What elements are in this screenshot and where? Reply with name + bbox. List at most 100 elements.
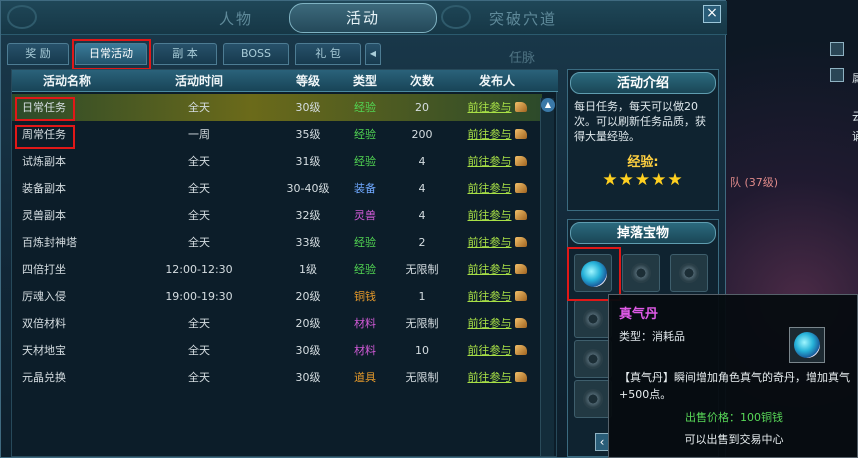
cell-type: 经验: [354, 236, 376, 249]
subtab-rewards[interactable]: 奖 励: [7, 43, 69, 65]
boot-teleport-icon[interactable]: [514, 372, 527, 382]
decor-swirl-left: [7, 5, 37, 29]
table-row[interactable]: 双倍材料 全天 20级 材料 无限制 前往参与: [12, 310, 542, 337]
scene-move-icon[interactable]: [830, 42, 844, 56]
col-time[interactable]: 活动时间: [122, 70, 276, 92]
drop-item-slot-empty[interactable]: [574, 300, 612, 338]
boot-teleport-icon[interactable]: [514, 237, 527, 247]
go-participate-link[interactable]: 前往参与: [468, 344, 512, 357]
table-row[interactable]: 天材地宝 全天 30级 材料 10 前往参与: [12, 337, 542, 364]
cell-name: 元晶兑换: [22, 371, 66, 384]
cell-level: 30-40级: [286, 182, 330, 195]
cell-time: 全天: [188, 371, 210, 384]
highlight-box-row-daily: [15, 97, 75, 121]
go-participate-link[interactable]: 前往参与: [468, 155, 512, 168]
empty-slot-icon: [679, 263, 699, 283]
cell-publisher: 前往参与: [454, 364, 540, 391]
cell-name: 厉魂入侵: [22, 290, 66, 303]
tooltip-item-name: 真气丹: [619, 307, 659, 322]
highlight-box-drop-item: [567, 247, 621, 301]
drop-item-slot-empty[interactable]: [574, 380, 612, 418]
tab-activity[interactable]: 活动: [289, 3, 437, 33]
table-row[interactable]: 周常任务 一周 35级 经验 200 前往参与: [12, 121, 542, 148]
cell-type: 材料: [354, 317, 376, 330]
boot-teleport-icon[interactable]: [514, 129, 527, 139]
table-row[interactable]: 灵兽副本 全天 32级 灵兽 4 前往参与: [12, 202, 542, 229]
cell-count: 4: [418, 209, 426, 222]
cell-level: 30级: [295, 101, 321, 114]
drop-item-slot-empty[interactable]: [574, 340, 612, 378]
empty-slot-icon: [583, 349, 603, 369]
subtab-dungeon[interactable]: 副 本: [153, 43, 217, 65]
table-row[interactable]: 装备副本 全天 30-40级 装备 4 前往参与: [12, 175, 542, 202]
subtab-arrow-icon[interactable]: ◀: [365, 43, 381, 65]
close-icon[interactable]: ×: [703, 5, 721, 23]
go-participate-link[interactable]: 前往参与: [468, 371, 512, 384]
empty-slot-icon: [583, 309, 603, 329]
intro-text: 每日任务，每天可以做20次。可以刷新任务品质，获得大量经验。: [574, 100, 706, 143]
boot-teleport-icon[interactable]: [514, 291, 527, 301]
drop-item-slot-empty[interactable]: [670, 254, 708, 292]
cell-level: 30级: [295, 344, 321, 357]
subtab-gift[interactable]: 礼 包: [295, 43, 361, 65]
boot-teleport-icon[interactable]: [514, 318, 527, 328]
decor-swirl-mid: [441, 5, 471, 29]
table-row[interactable]: 厉魂入侵 19:00-19:30 20级 铜钱 1 前往参与: [12, 283, 542, 310]
cell-publisher: 前往参与: [454, 175, 540, 202]
cell-name: 试炼副本: [22, 155, 66, 168]
cell-name: 装备副本: [22, 182, 66, 195]
empty-slot-icon: [631, 263, 651, 283]
cell-level: 35级: [295, 128, 321, 141]
scroll-up-icon[interactable]: ▲: [541, 98, 555, 112]
boot-teleport-icon[interactable]: [514, 183, 527, 193]
drop-item-slot-empty[interactable]: [622, 254, 660, 292]
cell-publisher: 前往参与: [454, 337, 540, 364]
table-row[interactable]: 百炼封神塔 全天 33级 经验 2 前往参与: [12, 229, 542, 256]
subtab-boss[interactable]: BOSS: [223, 43, 289, 65]
cell-publisher: 前往参与: [454, 121, 540, 148]
drops-prev-arrow-icon[interactable]: ‹: [595, 433, 609, 451]
scene-minus-icon[interactable]: [830, 68, 844, 82]
col-name[interactable]: 活动名称: [12, 70, 122, 92]
go-participate-link[interactable]: 前往参与: [468, 128, 512, 141]
drops-title: 掉落宝物: [570, 222, 716, 244]
table-scrollbar[interactable]: ▲: [540, 98, 555, 456]
col-type[interactable]: 类型: [340, 70, 390, 92]
cell-time: 全天: [188, 344, 210, 357]
go-participate-link[interactable]: 前往参与: [468, 236, 512, 249]
cell-count: 无限制: [405, 263, 439, 276]
cell-name: 双倍材料: [22, 317, 66, 330]
boot-teleport-icon[interactable]: [514, 102, 527, 112]
col-count[interactable]: 次数: [390, 70, 454, 92]
cell-time: 全天: [188, 236, 210, 249]
item-tooltip: 真气丹 类型：消耗品 【真气丹】瞬间增加角色真气的奇丹，增加真气+500点。 出…: [608, 294, 858, 458]
highlight-box-row-weekly: [15, 125, 75, 149]
go-participate-link[interactable]: 前往参与: [468, 263, 512, 276]
go-participate-link[interactable]: 前往参与: [468, 182, 512, 195]
boot-teleport-icon[interactable]: [514, 210, 527, 220]
table-row[interactable]: 四倍打坐 12:00-12:30 1级 经验 无限制 前往参与: [12, 256, 542, 283]
intro-title: 活动介绍: [570, 72, 716, 94]
table-row[interactable]: 元晶兑换 全天 30级 道具 无限制 前往参与: [12, 364, 542, 391]
col-level[interactable]: 等级: [276, 70, 340, 92]
table-row[interactable]: 试炼副本 全天 31级 经验 4 前往参与: [12, 148, 542, 175]
cell-publisher: 前往参与: [454, 310, 540, 337]
cell-publisher: 前往参与: [454, 202, 540, 229]
cell-publisher: 前往参与: [454, 283, 540, 310]
cell-name: 四倍打坐: [22, 263, 66, 276]
boot-teleport-icon[interactable]: [514, 156, 527, 166]
go-participate-link[interactable]: 前往参与: [468, 209, 512, 222]
cell-time: 一周: [188, 128, 210, 141]
table-row[interactable]: 日常任务 全天 30级 经验 20 前往参与: [12, 94, 542, 121]
boot-teleport-icon[interactable]: [514, 345, 527, 355]
go-participate-link[interactable]: 前往参与: [468, 290, 512, 303]
activity-table: 活动名称 活动时间 等级 类型 次数 发布人 日常任务 全天 30级 经验 20 前往参与…: [11, 69, 558, 457]
tab-breakthrough[interactable]: 突破穴道: [489, 8, 557, 29]
tab-character[interactable]: 人物: [219, 8, 253, 29]
cell-level: 33级: [295, 236, 321, 249]
col-publisher[interactable]: 发布人: [454, 70, 540, 92]
go-participate-link[interactable]: 前往参与: [468, 101, 512, 114]
boot-teleport-icon[interactable]: [514, 264, 527, 274]
go-participate-link[interactable]: 前往参与: [468, 317, 512, 330]
exp-label: 经验:: [627, 155, 659, 170]
